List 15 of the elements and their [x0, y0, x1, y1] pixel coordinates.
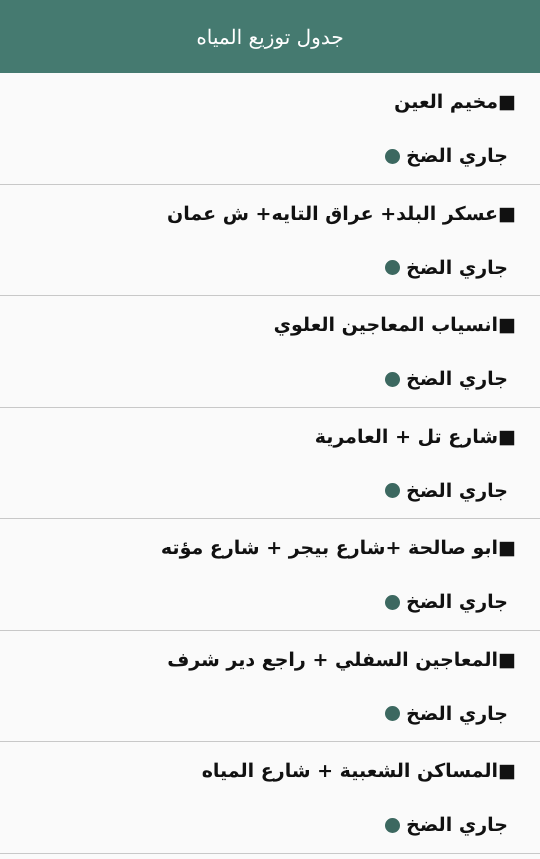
- area-name: ■عسكر البلد+ عراق التايه+ ش عمان: [166, 202, 516, 226]
- area-name: ■ابو صالحة +شارع بيجر + شارع مؤته: [160, 536, 516, 561]
- status-text: جاري الضخ: [406, 590, 508, 615]
- status-text: جاري الضخ: [406, 367, 508, 392]
- area-name: ■شارع تل + العامرية: [314, 424, 516, 450]
- status-text: جاري الضخ: [406, 256, 508, 280]
- area-name: ■المعاجين السفلي + راجع دير شرف: [166, 648, 516, 672]
- status-text: جاري الضخ: [406, 478, 508, 504]
- app-title: جدول توزيع المياه: [196, 24, 344, 48]
- status-text: جاري الضخ: [406, 144, 508, 169]
- area-name: ■مخيم العين: [393, 90, 516, 115]
- status-text: جاري الضخ: [406, 813, 508, 838]
- area-name: ■المساكن الشعبية + شارع المياه: [200, 759, 516, 784]
- status-text: جاري الضخ: [406, 702, 508, 726]
- area-name: ■انسياب المعاجين العلوي: [272, 313, 516, 338]
